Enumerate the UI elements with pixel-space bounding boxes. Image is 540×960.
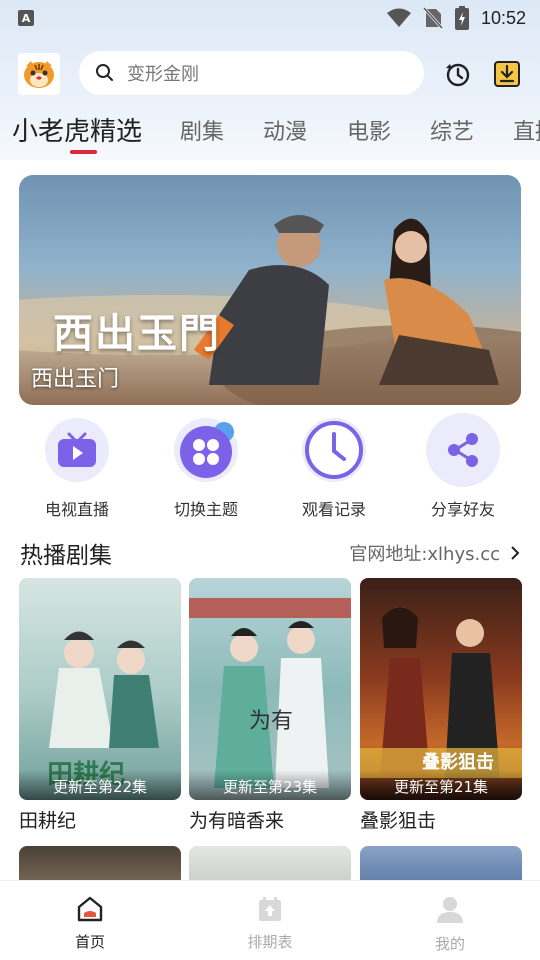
tab-variety[interactable]: 综艺	[430, 114, 474, 146]
svg-text:为有: 为有	[249, 709, 293, 734]
drama-title: 叠影狙击	[360, 810, 437, 832]
status-bar: A 10:52	[0, 0, 540, 36]
drama-title: 田耕纪	[19, 810, 77, 832]
poster: 为有 更新至第23集	[189, 578, 351, 800]
nav-schedule[interactable]: 排期表	[230, 895, 310, 952]
battery-icon	[454, 6, 469, 30]
quick-action-label: 分享好友	[430, 500, 495, 519]
share-icon	[448, 433, 478, 467]
wifi-icon	[386, 8, 411, 27]
drama-card[interactable]: 为有 更新至第23集 为有暗香来	[189, 578, 351, 833]
active-tab-indicator	[70, 150, 97, 154]
search-placeholder: 变形金刚	[127, 64, 199, 85]
drama-card[interactable]: 叠影狙击 更新至第21集 叠影狙击	[360, 578, 522, 833]
tab-series[interactable]: 剧集	[180, 114, 224, 146]
search-icon	[96, 64, 113, 81]
calendar-icon	[259, 897, 281, 921]
nav-profile[interactable]: 我的	[410, 895, 490, 954]
chevron-right-icon	[511, 546, 520, 560]
nav-label: 排期表	[247, 933, 293, 951]
tiger-logo-icon	[24, 61, 54, 88]
quick-action-history[interactable]: 观看记录	[269, 418, 399, 520]
website-link-text: 官网地址:xlhys.cc	[349, 544, 500, 565]
no-sim-icon	[422, 7, 443, 29]
poster-art: 叠影狙击	[360, 607, 522, 778]
nav-label: 我的	[434, 935, 465, 953]
app-logo[interactable]	[18, 53, 60, 95]
drama-title: 为有暗香来	[189, 810, 285, 832]
episode-badge: 更新至第22集	[19, 770, 181, 800]
poster: 叠影狙击 更新至第21集	[360, 578, 522, 800]
home-icon	[77, 896, 103, 922]
section-title: 热播剧集	[20, 543, 112, 569]
tab-anime[interactable]: 动漫	[263, 114, 307, 146]
featured-banner[interactable]: 西出玉門 西出玉门	[19, 175, 521, 405]
tab-featured[interactable]: 小老虎精选	[12, 111, 142, 148]
nav-home[interactable]: 首页	[50, 895, 130, 952]
quick-action-share[interactable]: 分享好友	[398, 413, 528, 520]
quick-action-label: 电视直播	[44, 500, 109, 519]
clock: 10:52	[480, 7, 526, 28]
quick-action-label: 观看记录	[301, 500, 366, 519]
drama-card[interactable]: 田耕纪 更新至第22集 田耕纪	[19, 578, 181, 833]
episode-badge: 更新至第21集	[360, 770, 522, 800]
poster-art: 为有	[189, 598, 351, 788]
bottom-navigation: 首页 排期表 我的	[0, 880, 540, 960]
episode-badge: 更新至第23集	[189, 770, 351, 800]
user-icon	[437, 897, 463, 923]
quick-action-label: 切换主题	[173, 500, 238, 519]
quick-action-theme[interactable]: 切换主题	[141, 418, 271, 520]
theme-icon	[180, 422, 234, 478]
search-bar[interactable]: 变形金刚	[79, 51, 424, 95]
website-link[interactable]: 官网地址:xlhys.cc	[349, 540, 520, 566]
notification-badge: A	[18, 10, 34, 26]
tab-movies[interactable]: 电影	[347, 114, 391, 146]
banner-logo: 西出玉門	[53, 310, 221, 357]
nav-label: 首页	[74, 933, 105, 951]
download-icon[interactable]	[493, 60, 521, 88]
app-header: 变形金刚	[0, 48, 540, 100]
banner-title: 西出玉门	[31, 367, 120, 392]
tab-live[interactable]: 直播	[513, 114, 540, 146]
history-icon[interactable]	[444, 60, 472, 88]
category-tabs: 小老虎精选 剧集 动漫 电影 综艺 直播	[0, 104, 540, 160]
quick-action-tv[interactable]: 电视直播	[12, 418, 142, 520]
tv-icon	[58, 432, 96, 467]
poster: 田耕纪 更新至第22集	[19, 578, 181, 800]
poster-art: 田耕纪	[47, 631, 159, 790]
clock-icon	[305, 421, 363, 479]
